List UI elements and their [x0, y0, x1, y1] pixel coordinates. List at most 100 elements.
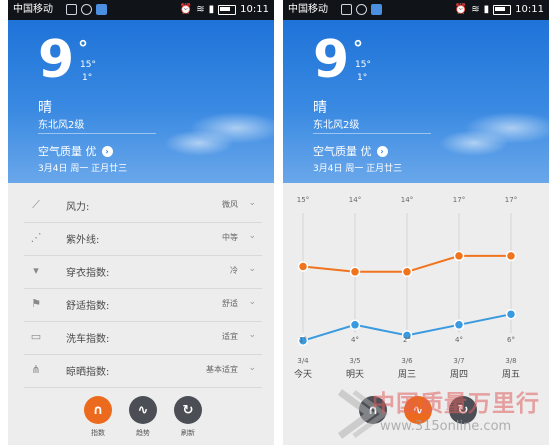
- high-temp-point: [349, 266, 361, 278]
- wind-info: 东北风2级: [313, 120, 360, 131]
- chevron-down-icon: ⌄: [248, 363, 256, 373]
- date-tick-label: 3/7: [453, 357, 464, 365]
- air-quality-link[interactable]: 空气质量 优 ›: [38, 143, 113, 159]
- status-bar: 中国移动 ⏰ ≋ ▮ 10:11: [283, 0, 549, 20]
- clock: 10:11: [515, 4, 544, 15]
- high-temp-point: [505, 250, 517, 262]
- trend-icon: ∿: [137, 402, 149, 418]
- high-temperature: 15°: [355, 60, 371, 70]
- day-tick-label: 明天: [346, 369, 364, 380]
- battery-icon: [493, 5, 512, 15]
- notification-icons: [66, 4, 107, 15]
- wind-icon: ⟋: [32, 198, 40, 211]
- index-label: 晾晒指数:: [66, 367, 110, 378]
- status-right: ⏰ ≋ ▮ 10:11: [180, 0, 269, 20]
- index-label: 洗车指数:: [66, 334, 110, 345]
- watermark-url: www.315online.com: [380, 419, 512, 434]
- index-button[interactable]: ∩: [84, 396, 112, 424]
- carrier-name: 中国移动: [13, 4, 53, 15]
- high-temp-label: 17°: [505, 196, 517, 204]
- clothing-icon: ▾: [33, 264, 39, 277]
- low-temp-point: [349, 319, 361, 331]
- low-temp-point: [453, 319, 465, 331]
- index-value: 微风: [222, 200, 238, 209]
- chevron-down-icon: ⌄: [248, 198, 256, 208]
- image-notification-icon: [341, 4, 352, 15]
- chevron-down-icon: ⌄: [248, 264, 256, 274]
- app-notification-icon: [371, 4, 382, 15]
- wifi-icon: ≋: [471, 4, 480, 15]
- sync-notification-icon: [81, 4, 92, 15]
- comfort-flag-icon: ⚑: [31, 297, 41, 310]
- index-row-carwash[interactable]: ▭ 洗车指数: 适宜 ⌄: [24, 321, 262, 355]
- air-quality-label: 空气质量 优: [38, 145, 97, 158]
- day-tick-label: 周五: [502, 369, 520, 380]
- date-tick-label: 3/4: [297, 357, 309, 365]
- battery-icon: [218, 5, 237, 15]
- image-notification-icon: [66, 4, 77, 15]
- refresh-button[interactable]: ↻: [174, 396, 202, 424]
- alarm-icon: ⏰: [179, 4, 193, 15]
- index-icon: ∩: [92, 402, 104, 418]
- weather-condition: 晴: [313, 100, 327, 116]
- date-tick-label: 3/5: [349, 357, 360, 365]
- index-label: 风力:: [66, 202, 90, 213]
- low-temperature: 1°: [357, 73, 368, 83]
- index-row-drying[interactable]: ⋔ 晾晒指数: 基本适宜 ⌄: [24, 354, 262, 388]
- chevron-down-icon: ⌄: [248, 231, 256, 241]
- index-row-clothing[interactable]: ▾ 穿衣指数: 冷 ⌄: [24, 255, 262, 289]
- status-bar: 中国移动 ⏰ ≋ ▮ 10:11: [8, 0, 274, 20]
- day-tick-label: 周四: [450, 369, 468, 380]
- status-right: ⏰ ≋ ▮ 10:11: [455, 0, 544, 20]
- chevron-down-icon: ⌄: [248, 297, 256, 307]
- high-temp-label: 14°: [349, 196, 361, 204]
- low-temp-label: 6°: [507, 336, 515, 344]
- high-temp-point: [297, 261, 309, 272]
- date-line: 3月4日 周一 正月廿三: [38, 164, 128, 174]
- car-icon: ▭: [30, 330, 42, 343]
- current-temperature: 9: [313, 30, 350, 90]
- chevron-right-icon: ›: [101, 145, 113, 157]
- high-temp-label: 15°: [297, 196, 309, 204]
- chevron-right-icon: ›: [376, 145, 388, 157]
- low-temperature: 1°: [82, 73, 93, 83]
- weather-condition: 晴: [38, 100, 52, 116]
- index-row-comfort[interactable]: ⚑ 舒适指数: 舒适 ⌄: [24, 288, 262, 322]
- low-temp-label: 1°: [299, 336, 307, 344]
- trend-button[interactable]: ∿: [129, 396, 157, 424]
- drying-icon: ⋔: [31, 363, 41, 376]
- clock: 10:11: [240, 4, 269, 15]
- day-tick-label: 今天: [294, 368, 312, 380]
- date-line: 3月4日 周一 正月廿三: [313, 164, 403, 174]
- divider: [38, 133, 156, 134]
- date-tick-label: 3/6: [401, 357, 413, 365]
- trend-button-label: 趋势: [136, 429, 150, 437]
- degree-symbol: °: [353, 36, 363, 60]
- air-quality-link[interactable]: 空气质量 优 ›: [313, 143, 388, 159]
- index-row-wind[interactable]: ⟋ 风力: 微风 ⌄: [24, 189, 262, 223]
- air-quality-label: 空气质量 优: [313, 145, 372, 158]
- degree-symbol: °: [78, 36, 88, 60]
- watermark-text: 中国质量万里行: [372, 390, 540, 417]
- index-label: 紫外线:: [66, 235, 100, 246]
- current-temperature: 9: [38, 30, 75, 90]
- index-value: 基本适宜: [206, 365, 238, 374]
- chevron-down-icon: ⌄: [248, 330, 256, 340]
- low-temp-point: [505, 308, 517, 320]
- alarm-icon: ⏰: [454, 4, 468, 15]
- index-button-label: 指数: [91, 429, 105, 437]
- high-temp-label: 17°: [453, 196, 465, 204]
- index-value: 适宜: [222, 332, 238, 341]
- sync-notification-icon: [356, 4, 367, 15]
- weather-header: 9 ° 15° 1° 晴 东北风2级 空气质量 优 › 3月4日 周一 正月廿三: [8, 20, 274, 183]
- high-temperature: 15°: [80, 60, 96, 70]
- low-temp-label: 4°: [351, 336, 359, 344]
- weather-header: 9 ° 15° 1° 晴 东北风2级 空气质量 优 › 3月4日 周一 正月廿三: [283, 20, 549, 183]
- cloud-decoration: [439, 130, 509, 156]
- divider: [313, 133, 431, 134]
- index-label: 穿衣指数:: [66, 268, 110, 279]
- index-row-uv[interactable]: ⋰ 紫外线: 中等 ⌄: [24, 222, 262, 256]
- low-temp-label: 4°: [455, 336, 463, 344]
- cloud-decoration: [164, 130, 234, 156]
- index-value: 舒适: [222, 299, 238, 308]
